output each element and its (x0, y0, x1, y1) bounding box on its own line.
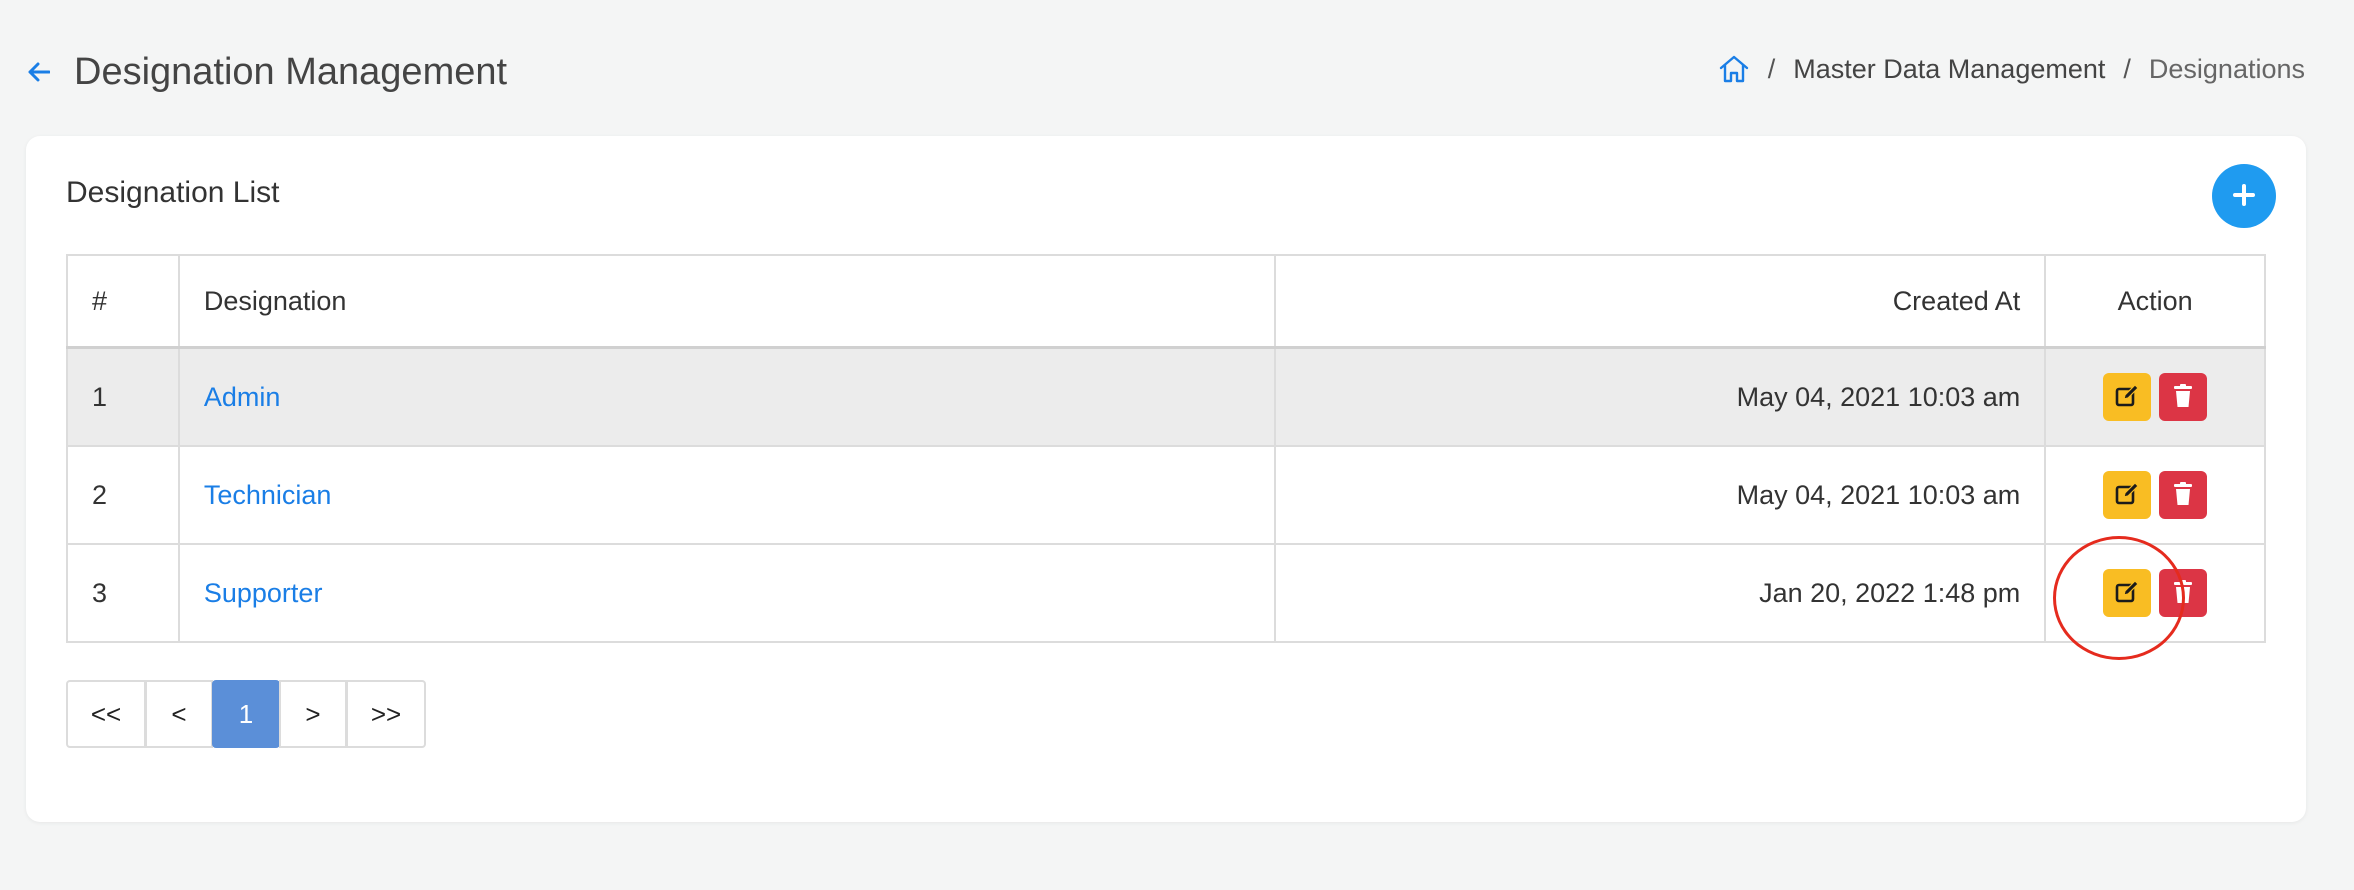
pagination-first[interactable]: << (66, 680, 146, 748)
edit-icon (2114, 383, 2140, 412)
pagination-page-current[interactable]: 1 (212, 680, 280, 748)
row-number: 1 (66, 346, 180, 447)
card-title: Designation List (66, 176, 280, 209)
table-header-row: # Designation Created At Action (66, 254, 2266, 349)
delete-button[interactable] (2159, 471, 2208, 519)
created-at: May 04, 2021 10:03 am (1274, 445, 2047, 545)
column-header-created-at[interactable]: Created At (1274, 254, 2047, 349)
breadcrumb-separator: / (1767, 53, 1776, 84)
row-actions (2046, 349, 2264, 445)
delete-button[interactable] (2159, 569, 2208, 617)
home-icon[interactable] (1718, 54, 1750, 84)
table-row: 3 Supporter Jan 20, 2022 1:48 pm (66, 543, 2266, 643)
row-actions (2046, 545, 2264, 641)
arrow-left-icon[interactable] (24, 57, 54, 87)
column-header-action: Action (2044, 254, 2266, 349)
add-designation-button[interactable] (2212, 164, 2276, 228)
pagination-next[interactable]: > (279, 680, 347, 748)
edit-button[interactable] (2103, 373, 2152, 421)
page-header: Designation Management (24, 40, 507, 104)
pagination-prev[interactable]: < (145, 680, 213, 748)
designation-list-card: Designation List # Designation Created A… (26, 136, 2306, 822)
created-at: May 04, 2021 10:03 am (1274, 346, 2047, 447)
edit-icon (2114, 579, 2140, 608)
pagination-last[interactable]: >> (346, 680, 426, 748)
trash-icon (2172, 579, 2194, 608)
created-at: Jan 20, 2022 1:48 pm (1274, 543, 2047, 643)
delete-button[interactable] (2159, 373, 2208, 421)
row-actions (2046, 447, 2264, 543)
table-row: 1 Admin May 04, 2021 10:03 am (66, 346, 2266, 447)
pagination: << < 1 > >> (66, 680, 426, 748)
column-header-designation[interactable]: Designation (177, 254, 1277, 349)
row-number: 2 (66, 445, 180, 545)
designation-link[interactable]: Technician (204, 480, 332, 510)
edit-button[interactable] (2103, 569, 2152, 617)
row-number: 3 (66, 543, 180, 643)
trash-icon (2172, 481, 2194, 510)
table-row: 2 Technician May 04, 2021 10:03 am (66, 445, 2266, 545)
page-title: Designation Management (74, 50, 508, 93)
edit-icon (2114, 481, 2140, 510)
plus-icon (2232, 183, 2256, 210)
designation-table: # Designation Created At Action 1 Admin … (66, 254, 2266, 643)
edit-button[interactable] (2103, 471, 2152, 519)
designation-link[interactable]: Supporter (204, 578, 323, 608)
breadcrumb-designations: Designations (2148, 53, 2305, 84)
breadcrumb: / Master Data Management / Designations (1718, 44, 2305, 94)
breadcrumb-separator: / (2123, 53, 2131, 84)
designation-link[interactable]: Admin (204, 382, 281, 412)
column-header-number: # (66, 254, 180, 349)
trash-icon (2172, 383, 2194, 412)
breadcrumb-master-data-management[interactable]: Master Data Management (1793, 54, 2105, 85)
